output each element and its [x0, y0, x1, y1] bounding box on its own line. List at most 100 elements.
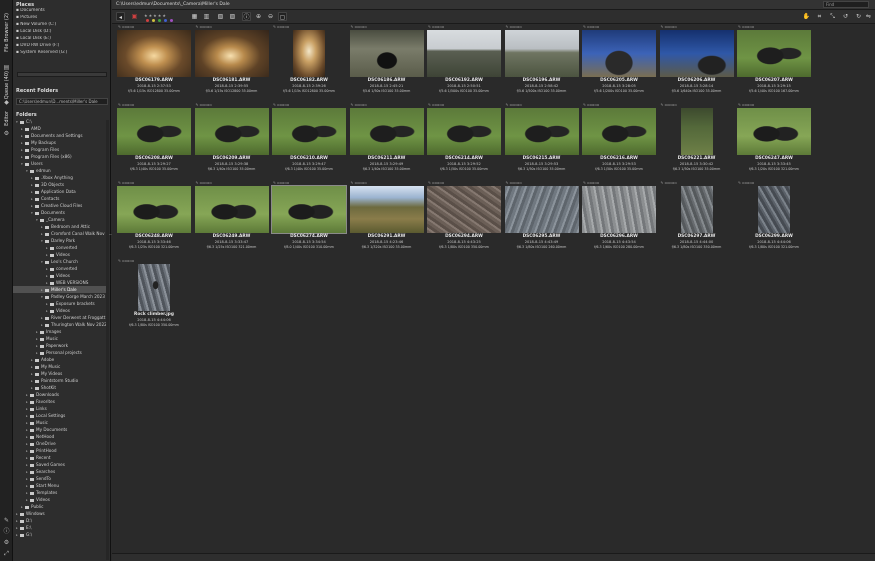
thumbnail-image[interactable] [758, 186, 790, 233]
trash-icon[interactable]: ▧ [216, 12, 225, 21]
recent-folders-select[interactable]: C:\Users\edmun\D...ments\Miller's Dale [16, 98, 108, 105]
rating-stars-icon[interactable]: ✎ ▫▫▫▫▫ [196, 103, 212, 107]
folder-tree-item[interactable]: ▸ My Music [13, 363, 107, 370]
thumbnail-image[interactable] [271, 185, 347, 234]
folder-tree-item[interactable]: ▸ ShotKit [13, 384, 107, 391]
thumbnail-item[interactable]: ✎ ▫▫▫▫▫ DSC06221.ARW 2018-8-15 3:30:42 f/6.… [659, 103, 735, 178]
thumbnail-image[interactable] [349, 108, 424, 155]
folder-tree-item[interactable]: ▾ Darley Park [13, 237, 107, 244]
folder-tree-item[interactable]: ▸ Videos [13, 307, 107, 314]
rating-stars-icon[interactable]: ✎ ▫▫▫▫▫ [661, 25, 677, 29]
copy-icon[interactable]: ▨ [228, 12, 237, 21]
folder-tree-item[interactable]: ▾ _Camera [13, 216, 107, 223]
thumbnail-item[interactable]: ✎ ▫▫▫▫▫ Rock climber.jpg 2018-8-15 4:44:06… [116, 259, 192, 334]
thumbnail-item[interactable]: ✎ ▫▫▫▫▫ DSC06207.ARW 2018-8-15 3:29:15 f/5.… [736, 25, 812, 100]
thumbnail-item[interactable]: ✎ ▫▫▫▫▫ DSC06247.ARW 2018-8-15 3:33:45 f/6.… [736, 103, 812, 178]
places-scrollbar[interactable] [17, 72, 107, 77]
thumbnail-image[interactable] [504, 108, 579, 155]
folder-tree-scrollbar[interactable] [106, 120, 109, 560]
tab-editor[interactable]: Editor [1, 108, 12, 128]
folder-tree-item[interactable]: ▸ Downloads [13, 391, 107, 398]
rating-stars-icon[interactable]: ✎ ▫▫▫▫▫ [506, 103, 522, 107]
thumbnail-item[interactable]: ✎ ▫▫▫▫▫ DSC06294.ARW 2018-8-15 4:43:25 f/6.… [426, 181, 502, 256]
fit-icon[interactable]: ▢ [278, 12, 287, 21]
rating-stars-icon[interactable]: ✎ ▫▫▫▫▫ [738, 181, 754, 185]
rotate-left-icon[interactable]: ↺ [841, 12, 850, 21]
resize-icon[interactable]: ⤡ [828, 12, 837, 21]
folder-tree-item[interactable]: ▸ Program Files (x86) [13, 153, 107, 160]
folder-tree-item[interactable]: ▸ Windows [13, 510, 107, 517]
rating-stars-icon[interactable]: ✎ ▫▫▫▫▫ [118, 181, 134, 185]
thumbnail-item[interactable]: ✎ ▫▫▫▫▫ DSC06208.ARW 2018-8-15 3:29:27 f/6.… [116, 103, 192, 178]
folder-tree-item[interactable]: ▸ Templates [13, 489, 107, 496]
rating-stars-icon[interactable]: ✎ ▫▫▫▫▫ [351, 103, 367, 107]
thumbnail-image[interactable] [117, 108, 191, 155]
thumbnail-item[interactable]: ✎ ▫▫▫▫▫ DSC06182.ARW 2018-8-15 2:39:26 f/5.… [271, 25, 347, 100]
folder-tree-item[interactable]: ▸ Documents and Settings [13, 132, 107, 139]
back-button[interactable]: ◂ [116, 12, 125, 21]
folder-tree-item[interactable]: ▸ Paperwork [13, 342, 107, 349]
color-label-green[interactable] [158, 19, 161, 22]
rating-stars-icon[interactable]: ✎ ▫▫▫▫▫ [428, 181, 444, 185]
folder-tree-item[interactable]: ▸ Cromford Canal Walk Nov 2... [13, 230, 113, 237]
folder-tree-item[interactable]: ▸ AMD [13, 125, 107, 132]
thumbnail-image[interactable] [680, 108, 713, 155]
folder-tree-item[interactable]: ▸ Exposure brackets [13, 300, 107, 307]
gear-icon[interactable]: ⚙ [3, 130, 10, 137]
thumbnail-item[interactable]: ✎ ▫▫▫▫▫ DSC06216.ARW 2018-8-15 3:29:53 f/6.… [581, 103, 657, 178]
thumbnail-image[interactable] [737, 30, 811, 77]
folder-tree-item[interactable]: ▸ .Xbox Anything [13, 174, 107, 181]
zoom-out-icon[interactable]: ⊖ [266, 12, 275, 21]
thumbnail-image[interactable] [737, 108, 811, 155]
folder-tree-item[interactable]: ▸ Saved Games [13, 461, 107, 468]
crop-icon[interactable]: ⌗ [815, 12, 824, 21]
folder-tree-item[interactable]: ▸ 3D Objects [13, 181, 107, 188]
thumbnail-item[interactable]: ✎ ▫▫▫▫▫ DSC06295.ARW 2018-8-15 4:43:49 f/6.… [504, 181, 580, 256]
folder-tree-item[interactable]: ▸ Music [13, 335, 107, 342]
thumbnail-image[interactable] [349, 186, 424, 233]
rating-stars-icon[interactable]: ✎ ▫▫▫▫▫ [738, 25, 754, 29]
find-input[interactable]: Find [823, 1, 869, 8]
folder-tree-item[interactable]: ▾ Documents [13, 209, 107, 216]
folder-tree-item[interactable]: ▸ Contacts [13, 195, 107, 202]
current-path[interactable]: C:\Users\edmun\Documents\_Camera\Miller'… [116, 2, 230, 7]
rating-stars-icon[interactable]: ✎ ▫▫▫▫▫ [506, 181, 522, 185]
tab-file-browser[interactable]: File Browser (2) [1, 4, 12, 60]
rating-stars-icon[interactable]: ✎ ▫▫▫▫▫ [583, 25, 599, 29]
folder-tree-item[interactable]: ▸ Personal projects [13, 349, 107, 356]
rating-stars-icon[interactable]: ✎ ▫▫▫▫▫ [583, 181, 599, 185]
thumbnail-item[interactable]: ✎ ▫▫▫▫▫ DSC06249.ARW 2018-8-15 3:33:47 f/6.… [194, 181, 270, 256]
folder-tree-item[interactable]: ▸ Bedroom and Attic [13, 223, 107, 230]
tab-queue[interactable]: Queue (40) [1, 71, 12, 99]
thumbnail-image[interactable] [504, 30, 579, 77]
rating-stars-icon[interactable]: ✎ ▫▫▫▫▫ [118, 25, 134, 29]
thumbnail-image[interactable] [293, 30, 325, 77]
fullscreen-icon[interactable]: ⤢ [3, 550, 10, 557]
thumbnail-item[interactable]: ✎ ▫▫▫▫▫ DSC06211.ARW 2018-8-15 3:29:49 f/6.… [349, 103, 425, 178]
folder-tree-item[interactable]: ▸ Thurington Walk Nov 2022 [13, 321, 107, 328]
thumbnail-item[interactable]: ✎ ▫▫▫▫▫ DSC06196.ARW 2018-8-15 2:58:42 f/5.… [504, 25, 580, 100]
place-item[interactable]: ▪ Local Disk (D:) [16, 29, 52, 35]
info-icon[interactable]: ⓘ [3, 528, 10, 535]
rating-stars-icon[interactable]: ✎ ▫▫▫▫▫ [273, 103, 289, 107]
rating-stars-icon[interactable]: ✎ ▫▫▫▫▫ [351, 181, 367, 185]
thumbnail-item[interactable]: ✎ ▫▫▫▫▫ DSC06274.ARW 2018-8-15 3:34:54 f/8.… [271, 181, 347, 256]
thumbnail-item[interactable]: ✎ ▫▫▫▫▫ DSC06210.ARW 2018-8-15 3:29:47 f/6.… [271, 103, 347, 178]
thumbnail-item[interactable]: ✎ ▫▫▫▫▫ DSC06214.ARW 2018-8-15 3:29:52 f/6.… [426, 103, 502, 178]
folder-tree-item[interactable]: ▸ Recent [13, 454, 107, 461]
color-label-yellow[interactable] [152, 19, 155, 22]
folder-tree-item[interactable]: ▸ Program Files [13, 146, 107, 153]
thumbnail-image[interactable] [582, 108, 656, 155]
hand-icon[interactable]: ✋ [802, 12, 811, 21]
thumbnail-item[interactable]: ✎ ▫▫▫▫▫ DSC06209.ARW 2018-8-15 3:29:38 f/6.… [194, 103, 270, 178]
color-label-red[interactable] [146, 19, 149, 22]
zoom-in-icon[interactable]: ⊕ [254, 12, 263, 21]
rating-stars-icon[interactable]: ✎ ▫▫▫▫▫ [583, 103, 599, 107]
rating-stars-icon[interactable]: ✎ ▫▫▫▫▫ [351, 25, 367, 29]
color-label-purple[interactable] [170, 19, 173, 22]
flip-icon[interactable]: ⇋ [864, 12, 873, 21]
place-item[interactable]: ▪ Pictures [16, 15, 37, 21]
thumbnail-item[interactable]: ✎ ▫▫▫▫▫ DSC06248.ARW 2018-8-15 3:33:46 f/6.… [116, 181, 192, 256]
folder-tree-item[interactable]: ▸ PrintHood [13, 447, 107, 454]
rating-stars-icon[interactable]: ✎ ▫▫▫▫▫ [428, 25, 444, 29]
